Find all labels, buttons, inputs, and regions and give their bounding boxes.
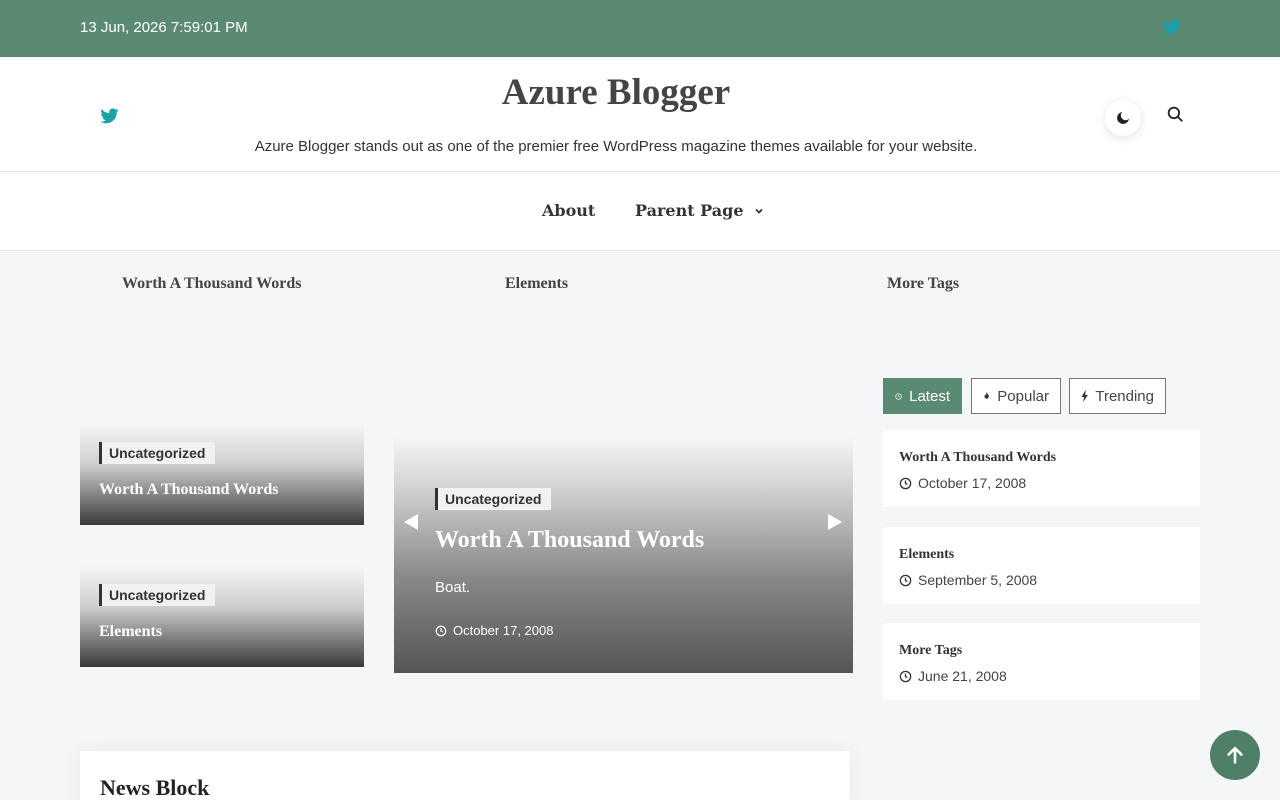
site-header: Azure Blogger Azure Blogger stands out a…: [0, 57, 1280, 172]
fire-icon: [984, 391, 989, 399]
current-datetime: 13 Jun, 2026 7:59:01 PM: [80, 19, 248, 36]
site-title[interactable]: Azure Blogger: [0, 71, 1232, 114]
date-text: June 21, 2008: [918, 668, 1007, 684]
chevron-down-icon: [754, 208, 763, 214]
clock-icon: [899, 574, 912, 586]
post-title[interactable]: Worth A Thousand Words: [99, 481, 279, 499]
tab-trending[interactable]: Trending: [1069, 378, 1166, 414]
tab-label: Popular: [997, 387, 1049, 405]
post-date: September 5, 2008: [899, 572, 1037, 588]
sidebar-post[interactable]: More Tags June 21, 2008: [883, 623, 1200, 700]
post-title[interactable]: Worth A Thousand Words: [899, 450, 1056, 466]
dark-mode-toggle[interactable]: [1105, 100, 1141, 136]
post-card[interactable]: Uncategorized Worth A Thousand Words: [80, 424, 364, 525]
date-text: October 17, 2008: [453, 623, 554, 638]
slide-excerpt: Boat.: [435, 579, 471, 596]
twitter-icon[interactable]: [1162, 17, 1182, 37]
post-card[interactable]: Uncategorized Elements: [80, 566, 364, 667]
category-badge[interactable]: Uncategorized: [99, 584, 215, 606]
post-date: October 17, 2008: [899, 475, 1026, 491]
section-title: News Block: [100, 775, 210, 800]
arrow-up-icon: [1227, 746, 1243, 764]
slide-date: October 17, 2008: [435, 623, 553, 638]
nav-item-parent-page[interactable]: Parent Page: [635, 201, 764, 220]
site-tagline: Azure Blogger stands out as one of the p…: [254, 138, 978, 155]
tab-label: Trending: [1095, 387, 1154, 405]
post-title[interactable]: Elements: [99, 623, 162, 641]
top-bar: 13 Jun, 2026 7:59:01 PM: [0, 0, 1280, 57]
post-date: June 21, 2008: [899, 668, 1007, 684]
bolt-icon: [1081, 389, 1088, 403]
ticker-item[interactable]: Worth A Thousand Words: [122, 275, 302, 293]
sidebar-post[interactable]: Worth A Thousand Words October 17, 2008: [883, 430, 1200, 507]
back-to-top-button[interactable]: [1210, 730, 1260, 780]
category-badge[interactable]: Uncategorized: [435, 488, 551, 510]
post-title[interactable]: Elements: [899, 547, 954, 563]
moon-icon: [1117, 112, 1129, 124]
post-title[interactable]: More Tags: [899, 643, 962, 659]
sidebar-post[interactable]: Elements September 5, 2008: [883, 527, 1200, 604]
category-badge[interactable]: Uncategorized: [99, 442, 215, 464]
news-block: News Block: [80, 751, 850, 800]
nav-item-label: Parent Page: [635, 201, 744, 220]
tab-latest[interactable]: Latest: [883, 378, 962, 414]
slide-title[interactable]: Worth A Thousand Words: [435, 527, 704, 554]
search-button[interactable]: [1166, 105, 1186, 125]
featured-slider: Uncategorized Worth A Thousand Words Boa…: [394, 436, 853, 673]
main-navigation: About Parent Page: [0, 172, 1280, 251]
date-text: October 17, 2008: [918, 475, 1027, 491]
date-text: September 5, 2008: [918, 572, 1038, 588]
tab-label: Latest: [909, 387, 950, 405]
clock-icon: [435, 625, 447, 636]
nav-item-about[interactable]: About: [542, 201, 595, 220]
slider-next-icon[interactable]: [828, 514, 842, 530]
search-icon: [1167, 106, 1183, 122]
clock-icon: [895, 392, 902, 400]
slider-prev-icon[interactable]: [404, 514, 418, 530]
clock-icon: [899, 477, 912, 489]
clock-icon: [899, 670, 912, 682]
ticker-item[interactable]: Elements: [505, 275, 568, 293]
ticker-item[interactable]: More Tags: [887, 275, 959, 293]
tab-popular[interactable]: Popular: [971, 378, 1061, 414]
